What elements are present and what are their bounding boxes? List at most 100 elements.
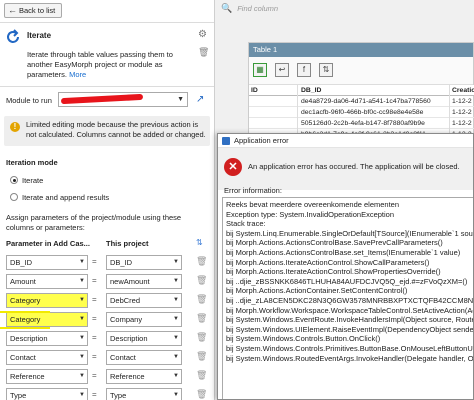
chevron-down-icon: ▼ xyxy=(173,278,179,284)
error-line: bij System.Windows.Controls.Primitives.B… xyxy=(226,343,474,353)
project-column-select[interactable]: DebCred ▼ xyxy=(106,293,182,308)
parameter-row: Category ▼ = Company ▼ 🗑 xyxy=(0,312,214,327)
column-header-db-id[interactable]: DB_ID xyxy=(301,87,321,94)
parameter-select[interactable]: DB_ID ▼ xyxy=(6,255,88,270)
data-grid: ID DB_ID Creation de4a8729-da06-4d71-a541-1… xyxy=(249,85,474,140)
open-module-arrow-icon[interactable]: ↗ xyxy=(196,94,204,105)
parameter-select[interactable]: Category ▼ xyxy=(6,312,88,327)
find-column-input[interactable]: 🔍 Find column xyxy=(221,1,471,15)
error-details-textbox[interactable]: Reeks bevat meerdere overeenkomende elem… xyxy=(222,197,474,399)
project-column-value: Company xyxy=(110,315,143,324)
action-properties-panel: ← Back to list Iterate ⚙ 🗑 Iterate throu… xyxy=(0,0,215,400)
error-line: bij ..djie_zBSSNKK6846TLHUHA84AUFDCJVQ5Q… xyxy=(226,276,468,286)
parameter-value: Description xyxy=(10,334,48,343)
redaction-mark xyxy=(60,93,144,105)
cell-db-id: 505126d0-2c2b-4efa-b147-8f7880af9b9e xyxy=(301,120,425,127)
project-column-select[interactable]: newAmount ▼ xyxy=(106,274,182,289)
parameter-row: Contact ▼ = Contact ▼ 🗑 xyxy=(0,350,214,365)
trash-icon[interactable]: 🗑 xyxy=(196,294,207,305)
error-line: bij Morph.Actions.ActionContainer.SetCon… xyxy=(226,286,408,296)
more-link[interactable]: More xyxy=(69,70,86,79)
error-line: bij System.Windows.UIElement.RaiseEventI… xyxy=(226,324,474,334)
table-toolbar: ▦ ↩ f ⇅ xyxy=(249,57,473,85)
warning-text: Limited editing mode because the previou… xyxy=(26,120,206,139)
chevron-down-icon: ▼ xyxy=(79,335,85,341)
project-column-value: Description xyxy=(110,334,148,343)
column-header-creation[interactable]: Creation xyxy=(452,87,474,94)
trash-icon[interactable]: 🗑 xyxy=(196,256,207,267)
project-column-select[interactable]: DB_ID ▼ xyxy=(106,255,182,270)
parameter-select[interactable]: Category ▼ xyxy=(6,293,88,308)
chevron-down-icon: ▼ xyxy=(79,392,85,398)
parameter-column-header: Parameter in Add Cas... xyxy=(6,239,90,248)
assign-parameters-text: Assign parameters of the project/module … xyxy=(6,213,182,232)
trash-icon[interactable]: 🗑 xyxy=(196,389,207,400)
parameter-value: Category xyxy=(10,315,41,324)
sort-icon[interactable]: ⇅ xyxy=(319,63,333,77)
project-column-value: Reference xyxy=(110,372,145,381)
parameter-row: Type ▼ = Type ▼ 🗑 xyxy=(0,388,214,400)
swap-icon[interactable]: ⇅ xyxy=(196,238,203,247)
formula-icon[interactable]: f xyxy=(297,63,311,77)
gear-icon[interactable]: ⚙ xyxy=(198,29,207,40)
trash-icon[interactable]: 🗑 xyxy=(196,313,207,324)
add-column-icon[interactable]: ▦ xyxy=(253,63,267,77)
radio-iterate-append[interactable] xyxy=(10,193,18,201)
parameter-select[interactable]: Amount ▼ xyxy=(6,274,88,289)
parameter-select[interactable]: Contact ▼ xyxy=(6,350,88,365)
project-column-select[interactable]: Company ▼ xyxy=(106,312,182,327)
trash-icon[interactable]: 🗑 xyxy=(196,275,207,286)
chevron-down-icon: ▼ xyxy=(177,96,184,103)
project-column-value: Contact xyxy=(110,353,136,362)
error-line: bij System.Windows.RoutedEventArgs.Invok… xyxy=(226,353,474,363)
parameter-select[interactable]: Reference ▼ xyxy=(6,369,88,384)
cell-db-id: de4a8729-da06-4d71-a541-1c47ba778560 xyxy=(301,98,431,105)
find-column-placeholder: Find column xyxy=(237,3,279,13)
parameter-select[interactable]: Description ▼ xyxy=(6,331,88,346)
parameter-value: Reference xyxy=(10,372,45,381)
trash-icon[interactable]: 🗑 xyxy=(198,47,209,58)
equals-sign: = xyxy=(92,295,97,304)
highlight-underline xyxy=(0,327,50,329)
parameter-row: Amount ▼ = newAmount ▼ 🗑 xyxy=(0,274,214,289)
error-icon: ✕ xyxy=(224,158,242,176)
radio-iterate[interactable] xyxy=(10,176,18,184)
table-row[interactable]: 505126d0-2c2b-4efa-b147-8f7880af9b9e 1-12… xyxy=(249,118,474,129)
project-column-select[interactable]: Type ▼ xyxy=(106,388,182,400)
dialog-title: Application error xyxy=(234,136,289,145)
parameter-value: DB_ID xyxy=(10,258,33,267)
chevron-down-icon: ▼ xyxy=(173,373,179,379)
rename-icon[interactable]: ↩ xyxy=(275,63,289,77)
trash-icon[interactable]: 🗑 xyxy=(196,370,207,381)
parameter-select[interactable]: Type ▼ xyxy=(6,388,88,400)
description-text: Iterate through table values passing the… xyxy=(27,50,173,79)
column-header-id[interactable]: ID xyxy=(251,87,258,94)
project-column-select[interactable]: Contact ▼ xyxy=(106,350,182,365)
divider xyxy=(0,22,214,23)
equals-sign: = xyxy=(92,371,97,380)
back-to-list-button[interactable]: ← Back to list xyxy=(4,3,62,18)
project-column-select[interactable]: Description ▼ xyxy=(106,331,182,346)
table-row[interactable]: dec1acfb-96f0-466b-bf0c-cc98e8e4e58e 1-12… xyxy=(249,107,474,118)
cell-creation: 1-12-2 xyxy=(452,109,472,116)
trash-icon[interactable]: 🗑 xyxy=(196,332,207,343)
parameter-value: Contact xyxy=(10,353,36,362)
error-message: An application error has occured. The ap… xyxy=(248,162,460,171)
error-line: Reeks bevat meerdere overeenkomende elem… xyxy=(226,200,400,209)
equals-sign: = xyxy=(92,314,97,323)
chevron-down-icon: ▼ xyxy=(173,316,179,322)
project-column-value: newAmount xyxy=(110,277,150,286)
this-project-column-header: This project xyxy=(106,239,149,248)
error-line: bij System.Linq.Enumerable.SingleOrDefau… xyxy=(226,228,474,238)
parameter-row: Category ▼ = DebCred ▼ 🗑 xyxy=(0,293,214,308)
module-to-run-select[interactable]: ▼ xyxy=(58,92,188,107)
grid-header-row: ID DB_ID Creation xyxy=(249,85,474,96)
error-line: Stack trace: xyxy=(226,219,266,229)
trash-icon[interactable]: 🗑 xyxy=(196,351,207,362)
project-column-select[interactable]: Reference ▼ xyxy=(106,369,182,384)
table-row[interactable]: de4a8729-da06-4d71-a541-1c47ba778560 1-12… xyxy=(249,96,474,107)
chevron-down-icon: ▼ xyxy=(173,335,179,341)
error-line: bij Morph.Actions.ActionsControlBase.Sav… xyxy=(226,238,443,248)
module-to-run-label: Module to run xyxy=(6,96,52,105)
chevron-down-icon: ▼ xyxy=(173,392,179,398)
